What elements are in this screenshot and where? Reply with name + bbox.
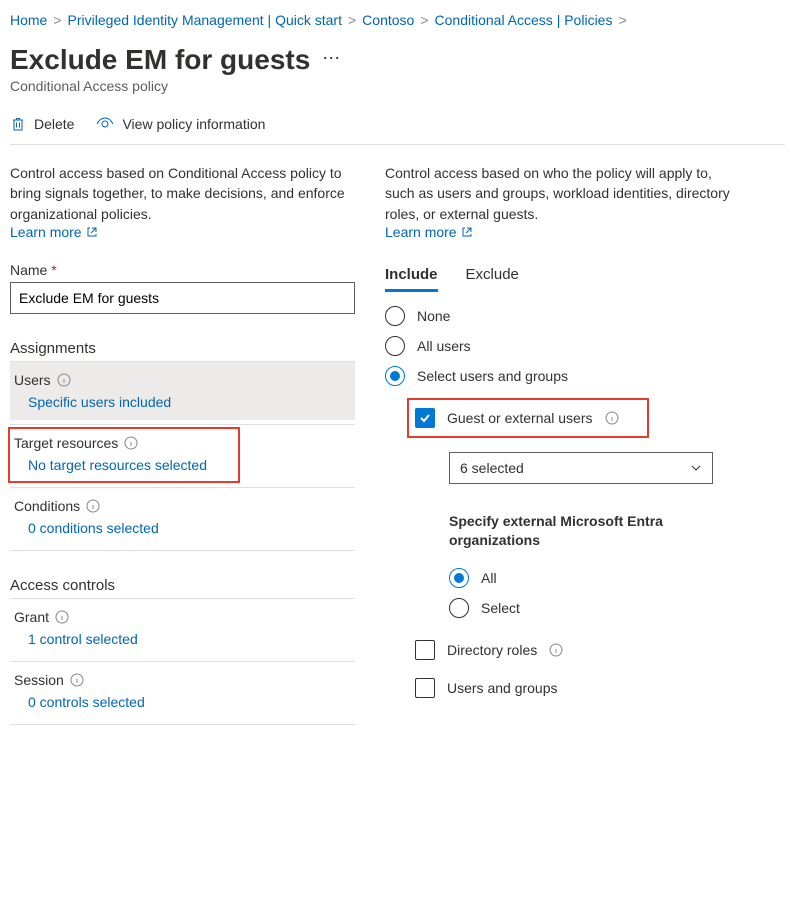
users-label: Users bbox=[14, 372, 51, 388]
info-icon[interactable] bbox=[57, 373, 71, 387]
option-select-users-label: Select users and groups bbox=[417, 368, 568, 384]
guest-types-dropdown[interactable]: 6 selected bbox=[449, 452, 713, 484]
session-label: Session bbox=[14, 672, 64, 688]
breadcrumb-sep: > bbox=[348, 12, 356, 28]
breadcrumb: Home > Privileged Identity Management | … bbox=[10, 8, 785, 38]
option-select-users[interactable]: Select users and groups bbox=[385, 366, 730, 386]
option-orgs-all-label: All bbox=[481, 570, 497, 586]
access-controls-heading: Access controls bbox=[10, 577, 355, 594]
users-and-groups-option[interactable]: Users and groups bbox=[415, 678, 730, 698]
breadcrumb-contoso[interactable]: Contoso bbox=[362, 12, 414, 28]
radio-icon bbox=[385, 366, 405, 386]
info-icon[interactable] bbox=[55, 610, 69, 624]
name-label: Name * bbox=[10, 262, 355, 278]
session-link[interactable]: 0 controls selected bbox=[14, 694, 347, 710]
tab-include[interactable]: Include bbox=[385, 260, 438, 292]
info-icon[interactable] bbox=[70, 673, 84, 687]
assignments-heading: Assignments bbox=[10, 340, 355, 357]
dropdown-value: 6 selected bbox=[460, 460, 524, 476]
delete-button[interactable]: Delete bbox=[10, 116, 74, 132]
directory-roles-label: Directory roles bbox=[447, 642, 537, 658]
view-info-label: View policy information bbox=[122, 116, 265, 132]
users-item[interactable]: Users Specific users included bbox=[10, 362, 355, 420]
grant-link[interactable]: 1 control selected bbox=[14, 631, 347, 647]
left-description: Control access based on Conditional Acce… bbox=[10, 163, 355, 224]
right-description: Control access based on who the policy w… bbox=[385, 163, 730, 224]
external-link-icon bbox=[461, 226, 473, 238]
checkbox-icon bbox=[415, 678, 435, 698]
checkbox-icon bbox=[415, 640, 435, 660]
view-info-button[interactable]: View policy information bbox=[96, 116, 265, 132]
users-and-groups-label: Users and groups bbox=[447, 680, 558, 696]
include-exclude-tabs: Include Exclude bbox=[385, 260, 730, 292]
include-scope-group: None All users Select users and groups bbox=[385, 306, 730, 386]
page-title: Exclude EM for guests bbox=[10, 44, 310, 76]
external-link-icon bbox=[86, 226, 98, 238]
radio-icon bbox=[449, 598, 469, 618]
delete-label: Delete bbox=[34, 116, 74, 132]
users-link[interactable]: Specific users included bbox=[14, 394, 347, 410]
eye-icon bbox=[96, 116, 114, 132]
info-icon[interactable] bbox=[86, 499, 100, 513]
info-icon[interactable] bbox=[549, 643, 563, 657]
directory-roles-option[interactable]: Directory roles bbox=[415, 640, 730, 660]
breadcrumb-sep: > bbox=[420, 12, 428, 28]
highlight-annotation bbox=[8, 427, 240, 483]
learn-more-right[interactable]: Learn more bbox=[385, 224, 473, 240]
breadcrumb-pim[interactable]: Privileged Identity Management | Quick s… bbox=[68, 12, 342, 28]
trash-icon bbox=[10, 116, 26, 132]
policy-name-input[interactable] bbox=[10, 282, 355, 314]
breadcrumb-sep: > bbox=[53, 12, 61, 28]
breadcrumb-ca[interactable]: Conditional Access | Policies bbox=[435, 12, 613, 28]
conditions-label: Conditions bbox=[14, 498, 80, 514]
option-orgs-select-label: Select bbox=[481, 600, 520, 616]
tab-exclude[interactable]: Exclude bbox=[466, 260, 519, 292]
option-all-users-label: All users bbox=[417, 338, 471, 354]
more-actions-icon[interactable]: ⋯ bbox=[322, 48, 341, 73]
radio-icon bbox=[385, 306, 405, 326]
radio-icon bbox=[449, 568, 469, 588]
grant-item[interactable]: Grant 1 control selected bbox=[10, 599, 355, 657]
breadcrumb-home[interactable]: Home bbox=[10, 12, 47, 28]
session-item[interactable]: Session 0 controls selected bbox=[10, 662, 355, 720]
highlight-annotation bbox=[407, 398, 649, 438]
option-all-users[interactable]: All users bbox=[385, 336, 730, 356]
breadcrumb-sep: > bbox=[618, 12, 626, 28]
option-orgs-select[interactable]: Select bbox=[449, 598, 730, 618]
grant-label: Grant bbox=[14, 609, 49, 625]
specify-orgs-heading: Specify external Microsoft Entra organiz… bbox=[449, 512, 730, 550]
option-none[interactable]: None bbox=[385, 306, 730, 326]
orgs-scope-group: All Select bbox=[449, 568, 730, 618]
conditions-item[interactable]: Conditions 0 conditions selected bbox=[10, 488, 355, 546]
conditions-link[interactable]: 0 conditions selected bbox=[14, 520, 347, 536]
radio-icon bbox=[385, 336, 405, 356]
option-orgs-all[interactable]: All bbox=[449, 568, 730, 588]
option-none-label: None bbox=[417, 308, 450, 324]
chevron-down-icon bbox=[690, 462, 702, 474]
page-subtitle: Conditional Access policy bbox=[10, 78, 785, 94]
learn-more-left[interactable]: Learn more bbox=[10, 224, 98, 240]
